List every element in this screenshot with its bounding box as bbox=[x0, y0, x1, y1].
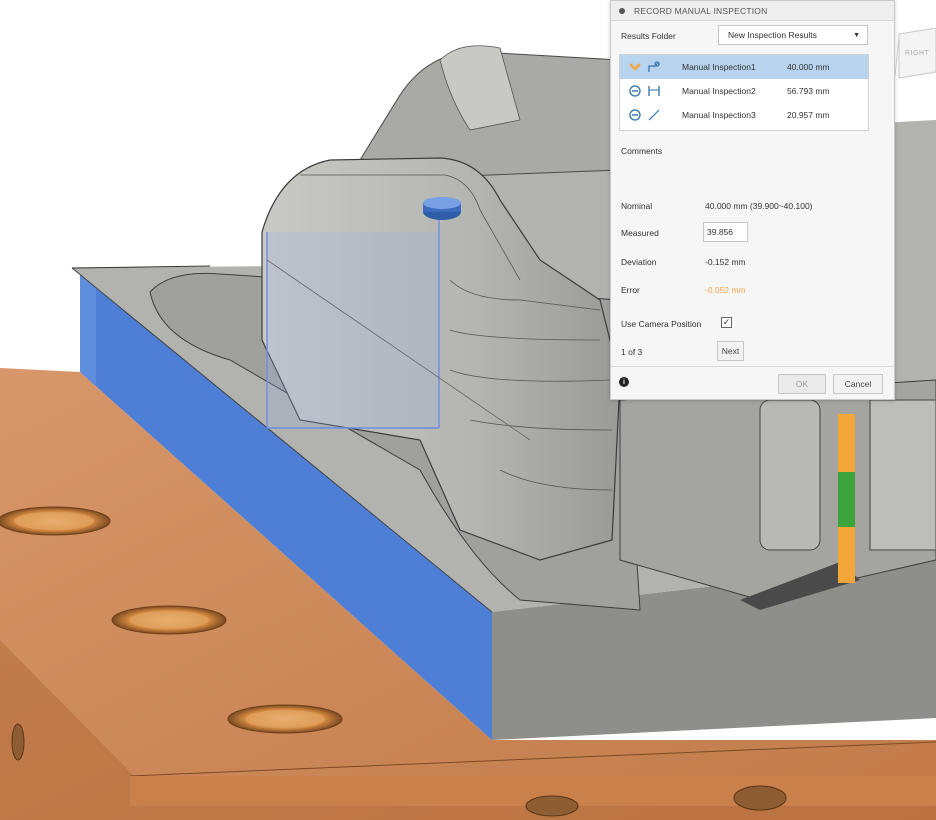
tolerance-gauge bbox=[838, 414, 855, 583]
next-button-label: Next bbox=[721, 346, 740, 356]
dialog-grip-icon bbox=[619, 7, 625, 14]
caliper-icon bbox=[648, 86, 660, 96]
inspection-list: Manual Inspection1 40.000 mm Manual Insp… bbox=[619, 54, 869, 131]
error-value: -0.052 mm bbox=[705, 285, 746, 295]
minus-circle-icon bbox=[629, 109, 641, 121]
ok-button[interactable]: OK bbox=[778, 374, 826, 394]
counter-row: 1 of 3 bbox=[621, 347, 642, 357]
minus-circle-icon bbox=[629, 85, 641, 97]
record-manual-inspection-dialog: RECORD MANUAL INSPECTION Results Folder … bbox=[610, 0, 895, 400]
dialog-divider bbox=[611, 366, 894, 367]
dialog-title-bar[interactable]: RECORD MANUAL INSPECTION bbox=[611, 1, 894, 21]
dialog-title: RECORD MANUAL INSPECTION bbox=[634, 5, 768, 16]
measured-value: 39.856 bbox=[707, 227, 733, 237]
inspection-name: Manual Inspection2 bbox=[682, 86, 756, 96]
measured-input[interactable]: 39.856 bbox=[703, 222, 748, 242]
deviation-label: Deviation bbox=[621, 257, 657, 267]
inspection-row-1[interactable]: Manual Inspection1 40.000 mm bbox=[620, 55, 868, 79]
measured-row: Measured bbox=[621, 228, 659, 238]
results-folder-label: Results Folder bbox=[621, 31, 676, 41]
diagonal-line-icon bbox=[648, 109, 660, 121]
results-folder-row: Results Folder bbox=[621, 31, 676, 41]
measured-label: Measured bbox=[621, 228, 659, 238]
camera-checkbox[interactable]: ✓ bbox=[721, 317, 732, 328]
nominal-value: 40.000 mm (39.900~40.100) bbox=[705, 201, 813, 211]
chevron-down-icon bbox=[629, 63, 641, 71]
comments-label: Comments bbox=[621, 146, 663, 156]
camera-row: Use Camera Position bbox=[621, 319, 701, 329]
inspection-row-2[interactable]: Manual Inspection2 56.793 mm bbox=[620, 79, 868, 103]
nominal-row: Nominal 40.000 mm (39.900~40.100) bbox=[621, 201, 813, 211]
deviation-value: -0.152 mm bbox=[705, 257, 746, 267]
inspection-name: Manual Inspection1 bbox=[682, 62, 756, 72]
info-icon[interactable]: i bbox=[619, 377, 629, 387]
deviation-row: Deviation -0.152 mm bbox=[621, 257, 746, 267]
results-folder-value: New Inspection Results bbox=[728, 30, 817, 40]
checkmark-icon: ✓ bbox=[722, 317, 731, 327]
inspection-name: Manual Inspection3 bbox=[682, 110, 756, 120]
ok-button-label: OK bbox=[795, 379, 809, 389]
cancel-button[interactable]: Cancel bbox=[833, 374, 883, 394]
inspection-value: 20.957 mm bbox=[787, 110, 830, 120]
error-row: Error -0.052 mm bbox=[621, 285, 746, 295]
inspection-counter: 1 of 3 bbox=[621, 347, 643, 357]
dropdown-caret-icon: ▼ bbox=[853, 31, 860, 39]
point-distance-icon bbox=[648, 61, 660, 72]
results-folder-select[interactable]: New Inspection Results ▼ bbox=[718, 25, 868, 45]
comments-row[interactable]: Comments bbox=[621, 146, 662, 156]
inspection-row-3[interactable]: Manual Inspection3 20.957 mm bbox=[620, 103, 868, 127]
cancel-button-label: Cancel bbox=[844, 379, 872, 389]
inspection-value: 40.000 mm bbox=[787, 62, 830, 72]
view-cube[interactable]: RIGHT bbox=[893, 27, 936, 80]
view-cube-label: RIGHT bbox=[905, 50, 930, 57]
inspection-value: 56.793 mm bbox=[787, 86, 830, 96]
nominal-label: Nominal bbox=[621, 201, 653, 211]
error-label: Error bbox=[621, 285, 640, 295]
next-button[interactable]: Next bbox=[717, 341, 744, 361]
camera-label: Use Camera Position bbox=[621, 319, 702, 329]
